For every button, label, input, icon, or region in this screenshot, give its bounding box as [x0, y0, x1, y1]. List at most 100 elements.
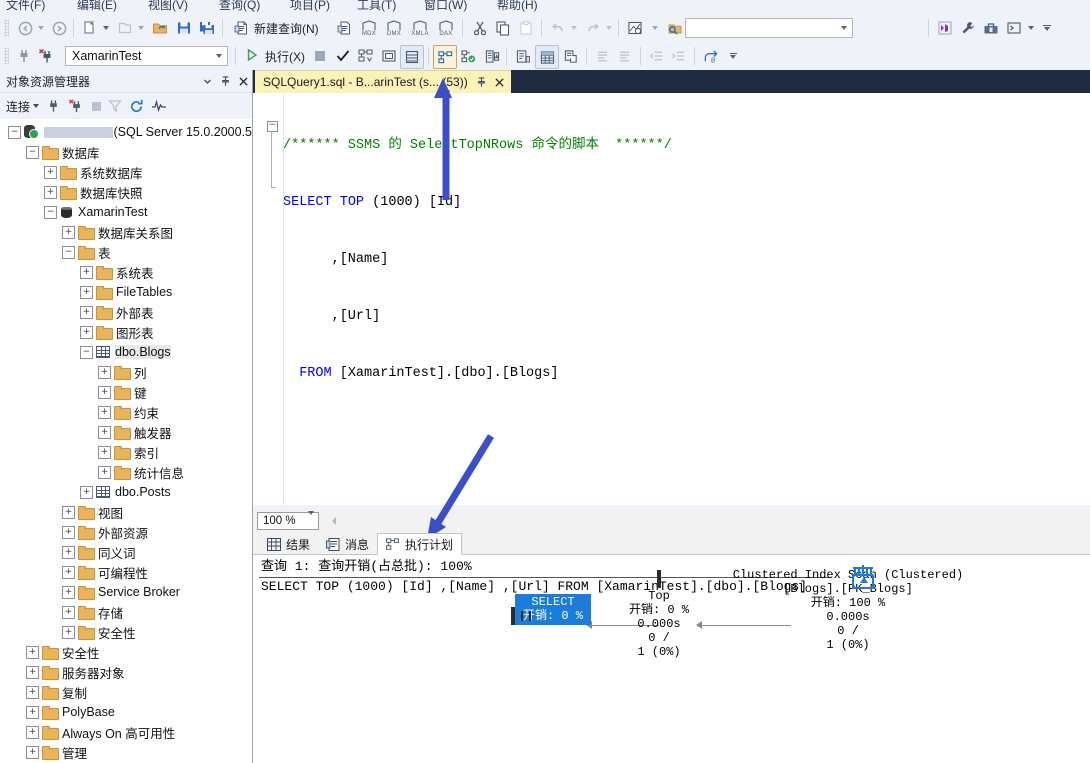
tree-node[interactable]: + 数据库快照 — [0, 182, 252, 202]
oe-activity-monitor-icon[interactable] — [151, 99, 167, 113]
disconnect-plug-icon[interactable] — [36, 45, 58, 67]
oe-stop-icon[interactable] — [92, 101, 102, 111]
expand-toggle-icon[interactable]: + — [62, 545, 75, 559]
comment-lines-icon[interactable] — [592, 45, 612, 67]
expand-toggle-icon[interactable]: + — [62, 505, 75, 519]
tab-execution-plan[interactable]: 执行计划 — [377, 533, 463, 555]
save-all-icon[interactable] — [197, 17, 217, 39]
oe-filter-icon[interactable] — [108, 99, 122, 113]
tree-node[interactable]: + 同义词 — [0, 542, 252, 562]
panel-menu-chevron-icon[interactable] — [198, 77, 216, 86]
include-actual-execution-plan-button[interactable] — [433, 45, 457, 69]
open-folder-icon[interactable] — [150, 17, 170, 39]
tab-close-icon[interactable] — [494, 77, 505, 88]
tab-results[interactable]: 结果 — [259, 533, 318, 555]
stop-icon[interactable] — [310, 45, 330, 67]
results-to-text-icon[interactable] — [512, 45, 534, 67]
tree-node[interactable]: + 视图 — [0, 502, 252, 522]
expand-toggle-icon[interactable]: + — [98, 385, 111, 399]
command-prompt-dropdown-icon[interactable] — [1026, 17, 1036, 39]
expand-toggle-icon[interactable]: + — [80, 285, 93, 299]
tree-node[interactable]: + 可编程性 — [0, 562, 252, 582]
expand-toggle-icon[interactable]: + — [62, 225, 75, 239]
expand-toggle-icon[interactable]: + — [62, 565, 75, 579]
wrench-icon[interactable] — [958, 17, 978, 39]
tree-node[interactable]: + Service Broker — [0, 582, 252, 602]
tab-pin-icon[interactable] — [476, 76, 487, 88]
include-live-query-stats-icon[interactable] — [457, 45, 479, 67]
close-panel-icon[interactable] — [234, 76, 252, 87]
toolbox-icon[interactable] — [981, 17, 1001, 39]
editor-zoom-selector[interactable]: 100 % — [257, 510, 319, 530]
connect-dropdown-button[interactable]: 连接 — [6, 98, 40, 115]
open-file-dropdown-icon[interactable] — [136, 17, 146, 39]
tree-node[interactable]: + 管理 — [0, 742, 252, 762]
new-query-button[interactable]: 新建查询(N) — [230, 17, 323, 39]
tree-node[interactable]: + dbo.Posts — [0, 482, 252, 502]
expand-toggle-icon[interactable]: + — [80, 265, 93, 279]
horizontal-scroll-left-icon[interactable] — [327, 513, 341, 529]
results-to-grid-active-icon[interactable] — [535, 45, 559, 69]
visual-studio-icon[interactable] — [935, 17, 955, 39]
parse-check-icon[interactable] — [333, 45, 353, 67]
plan-node-select[interactable]: SELECT 开销: 0 % — [511, 588, 591, 625]
oe-disconnect-icon[interactable] — [68, 98, 85, 114]
expand-toggle-icon[interactable]: + — [44, 185, 57, 199]
editor-tab-sqlquery1[interactable]: SQLQuery1.sql - B...arinTest (s... (53)) — [255, 70, 511, 93]
quick-launch-input[interactable] — [685, 18, 853, 38]
tree-node[interactable]: + 系统表 — [0, 262, 252, 282]
plan-node-clustered-index-scan[interactable]: Clustered Index Scan (Clustered) [Blogs]… — [705, 565, 991, 652]
redo-icon[interactable] — [583, 17, 603, 39]
dmx-query-icon[interactable]: DMX — [383, 17, 405, 39]
tree-node[interactable]: − (SQL Server 15.0.2000.5 — [0, 122, 252, 142]
menu-item-window[interactable]: 窗口(W) — [424, 0, 467, 13]
collapse-toggle-icon[interactable]: − — [44, 205, 57, 219]
undo-dropdown-icon[interactable] — [569, 17, 579, 39]
quick-launch-search-icon[interactable] — [665, 17, 685, 39]
include-client-statistics-icon[interactable] — [481, 45, 503, 67]
command-prompt-icon[interactable] — [1004, 17, 1024, 39]
tree-node[interactable]: + 服务器对象 — [0, 662, 252, 682]
tree-node[interactable]: + 安全性 — [0, 622, 252, 642]
uncomment-lines-icon[interactable] — [614, 45, 634, 67]
database-selector[interactable]: XamarinTest — [65, 46, 228, 66]
new-analysis-query-icon[interactable] — [335, 17, 355, 39]
increase-indent-icon[interactable] — [668, 45, 688, 67]
tree-node[interactable]: + 索引 — [0, 442, 252, 462]
tree-node[interactable]: + 系统数据库 — [0, 162, 252, 182]
specify-values-template-icon[interactable]: @ — [700, 45, 722, 67]
open-file-icon[interactable] — [115, 17, 135, 39]
collapse-toggle-icon[interactable]: − — [26, 145, 39, 159]
tree-node[interactable]: + 键 — [0, 382, 252, 402]
expand-toggle-icon[interactable]: + — [26, 745, 39, 759]
chart-tool-dropdown-icon[interactable] — [650, 17, 660, 39]
outline-collapse-toggle[interactable]: − — [267, 121, 278, 132]
xmla-query-icon[interactable]: XMLA — [408, 17, 432, 39]
menu-item-edit[interactable]: 编辑(E) — [77, 0, 117, 13]
menu-item-file[interactable]: 文件(F) — [6, 0, 45, 13]
quick-launch-dropdown-icon[interactable] — [836, 26, 852, 30]
save-icon[interactable] — [174, 17, 194, 39]
expand-toggle-icon[interactable]: + — [98, 365, 111, 379]
expand-toggle-icon[interactable]: + — [26, 685, 39, 699]
execute-button[interactable]: 执行(X) — [241, 45, 309, 67]
execution-plan-pane[interactable]: 查询 1: 查询开销(占总批): 100% SELECT TOP (1000) … — [253, 554, 1090, 763]
expand-toggle-icon[interactable]: + — [80, 485, 93, 499]
navigate-forward-icon[interactable] — [49, 17, 69, 39]
editor-toolbar-overflow-icon[interactable] — [727, 45, 739, 67]
plan-node-top[interactable]: Top 开销: 0 % 0.000s 0 / 1 (0%) — [613, 570, 705, 659]
toolbar-overflow-icon[interactable] — [1040, 17, 1054, 39]
tree-node[interactable]: + 外部表 — [0, 302, 252, 322]
collapse-toggle-icon[interactable]: − — [8, 125, 21, 139]
connect-plug-icon[interactable] — [14, 45, 34, 67]
tree-node[interactable]: − 数据库 — [0, 142, 252, 162]
expand-toggle-icon[interactable]: + — [98, 465, 111, 479]
display-estimated-plan-icon[interactable] — [356, 45, 376, 67]
expand-toggle-icon[interactable]: + — [98, 445, 111, 459]
quick-launch-field[interactable] — [692, 20, 836, 36]
expand-toggle-icon[interactable]: + — [26, 725, 39, 739]
navigate-back-icon[interactable] — [15, 17, 35, 39]
redo-dropdown-icon[interactable] — [604, 17, 614, 39]
tree-node[interactable]: − 表 — [0, 242, 252, 262]
sql-code-editor[interactable]: − /****** SSMS 的 SelectTopNRows 命令的脚本 **… — [253, 93, 1090, 505]
